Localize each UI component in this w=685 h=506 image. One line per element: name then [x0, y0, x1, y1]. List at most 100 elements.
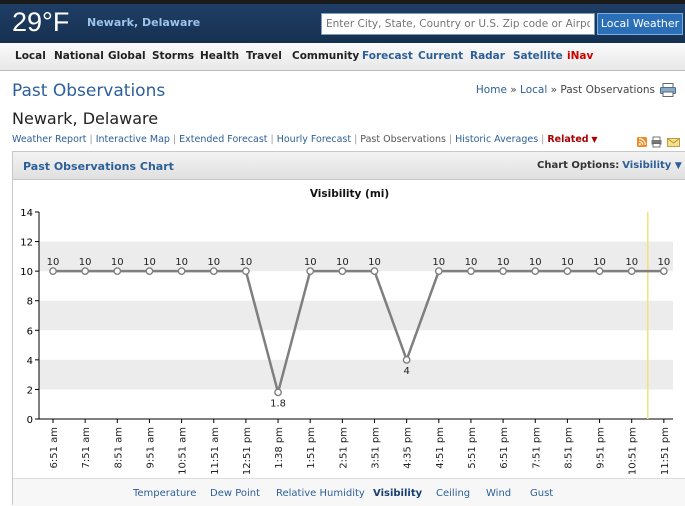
x-tick-label: 8:51 pm — [563, 427, 574, 469]
subnav-historic-averages[interactable]: Historic Averages — [455, 134, 538, 145]
nav-current[interactable]: Current — [418, 50, 463, 62]
location-search-input[interactable] — [321, 13, 595, 35]
data-label: 10 — [304, 257, 317, 268]
nav-travel[interactable]: Travel — [246, 50, 282, 62]
data-point[interactable] — [659, 267, 668, 276]
data-point[interactable] — [177, 267, 186, 276]
data-point[interactable] — [145, 267, 154, 276]
link-separator: | — [448, 134, 453, 145]
link-separator: | — [89, 134, 93, 145]
y-tick-label: 4 — [27, 356, 33, 367]
current-temperature: 29°F — [12, 7, 70, 37]
chevron-down-icon: ▼ — [588, 135, 598, 144]
link-separator: | — [270, 134, 274, 145]
data-point[interactable] — [209, 267, 218, 276]
x-tick-label: 6:51 pm — [499, 427, 510, 469]
data-point[interactable] — [402, 355, 411, 364]
chart-option-relative-humidity[interactable]: Relative Humidity — [276, 488, 365, 499]
data-label: 10 — [175, 257, 188, 268]
subnav-interactive-map[interactable]: Interactive Map — [96, 134, 170, 145]
x-tick-label: 12:51 pm — [242, 427, 253, 475]
x-tick-label: 9:51 am — [145, 427, 156, 469]
nav-local[interactable]: Local — [15, 50, 46, 62]
y-tick-label: 6 — [27, 326, 33, 337]
breadcrumb-current: Past Observations — [560, 84, 655, 96]
data-label: 10 — [368, 257, 381, 268]
subnav-extended-forecast[interactable]: Extended Forecast — [179, 134, 267, 145]
data-point[interactable] — [49, 267, 57, 276]
data-label: 10 — [207, 257, 220, 268]
x-tick-label: 7:51 pm — [531, 427, 542, 469]
data-point[interactable] — [274, 388, 282, 397]
nav-radar[interactable]: Radar — [470, 50, 505, 62]
data-label: 10 — [143, 257, 156, 268]
nav-forecast[interactable]: Forecast — [362, 50, 413, 62]
chart-option-wind[interactable]: Wind — [486, 488, 511, 499]
chart-option-gust[interactable]: Gust — [530, 488, 553, 499]
chevron-down-icon[interactable]: ▼ — [675, 161, 682, 171]
chart-options-value[interactable]: Visibility — [622, 160, 671, 171]
local-weather-button[interactable]: Local Weather — [597, 13, 683, 35]
data-point[interactable] — [434, 267, 443, 276]
data-point[interactable] — [627, 267, 636, 276]
subnav-hourly-forecast[interactable]: Hourly Forecast — [277, 134, 351, 145]
printer-icon[interactable] — [660, 83, 676, 97]
nav-health[interactable]: Health — [200, 50, 239, 62]
print-icon[interactable] — [651, 136, 662, 148]
data-point[interactable] — [370, 267, 379, 276]
data-point[interactable] — [595, 267, 604, 276]
data-point[interactable] — [338, 267, 347, 276]
breadcrumb: Home » Local » Past Observations — [476, 84, 655, 96]
data-point[interactable] — [467, 267, 475, 276]
subnav-past-observations: Past Observations — [360, 134, 446, 145]
data-label: 10 — [561, 257, 574, 268]
subnav-weather-report[interactable]: Weather Report — [12, 134, 87, 145]
x-tick-label: 8:51 am — [113, 427, 124, 469]
nav-satellite[interactable]: Satellite — [513, 50, 563, 62]
data-label: 10 — [593, 257, 606, 268]
nav-storms[interactable]: Storms — [152, 50, 194, 62]
x-tick-label: 11:51 am — [210, 427, 221, 475]
breadcrumb-local[interactable]: Local — [520, 84, 547, 96]
data-label: 10 — [47, 257, 60, 268]
data-point[interactable] — [241, 267, 250, 276]
data-point[interactable] — [563, 267, 572, 276]
data-point[interactable] — [306, 267, 315, 276]
nav-global[interactable]: Global — [108, 50, 146, 62]
chart-option-temperature[interactable]: Temperature — [133, 488, 196, 499]
nav-inav[interactable]: iNav — [567, 50, 593, 62]
data-label: 10 — [432, 257, 445, 268]
chart-type-selector: Temperature Dew Point Relative Humidity Vis… — [13, 478, 685, 506]
data-point[interactable] — [499, 267, 507, 276]
grid-band — [39, 359, 673, 390]
link-separator: | — [354, 134, 358, 145]
y-tick-label: 10 — [20, 267, 33, 278]
current-location[interactable]: Newark, Delaware — [87, 16, 200, 29]
y-tick-label: 0 — [27, 415, 33, 426]
x-tick-label: 2:51 pm — [338, 427, 349, 469]
breadcrumb-home[interactable]: Home — [476, 84, 507, 96]
nav-community[interactable]: Community — [292, 50, 359, 62]
data-label: 10 — [657, 257, 670, 268]
data-point[interactable] — [113, 267, 122, 276]
chart-panel-title: Past Observations Chart — [23, 160, 174, 173]
chart-option-ceiling[interactable]: Ceiling — [436, 488, 470, 499]
chart-options[interactable]: Chart Options: Visibility ▼ — [537, 160, 682, 171]
rss-icon[interactable] — [637, 137, 647, 147]
related-menu[interactable]: Related ▼ — [547, 134, 597, 145]
nav-national[interactable]: National — [54, 50, 104, 62]
x-tick-label: 6:51 am — [49, 427, 60, 469]
data-point[interactable] — [81, 267, 90, 276]
data-point[interactable] — [531, 267, 540, 276]
y-tick-label: 14 — [20, 208, 33, 219]
grid-band — [39, 241, 673, 272]
email-icon[interactable] — [667, 138, 680, 147]
x-tick-label: 4:51 pm — [435, 427, 446, 469]
grid-band — [39, 300, 673, 331]
visibility-chart: 0 2 4 6 8 10 12 14 10 10 10 10 10 10 10 1.8 10 10 10 4 10 10 1… — [20, 208, 673, 475]
y-tick-label: 2 — [27, 385, 33, 396]
data-label: 10 — [529, 257, 542, 268]
breadcrumb-separator: » — [547, 84, 561, 96]
chart-option-dew-point[interactable]: Dew Point — [210, 488, 260, 499]
chart-option-visibility[interactable]: Visibility — [373, 488, 422, 499]
